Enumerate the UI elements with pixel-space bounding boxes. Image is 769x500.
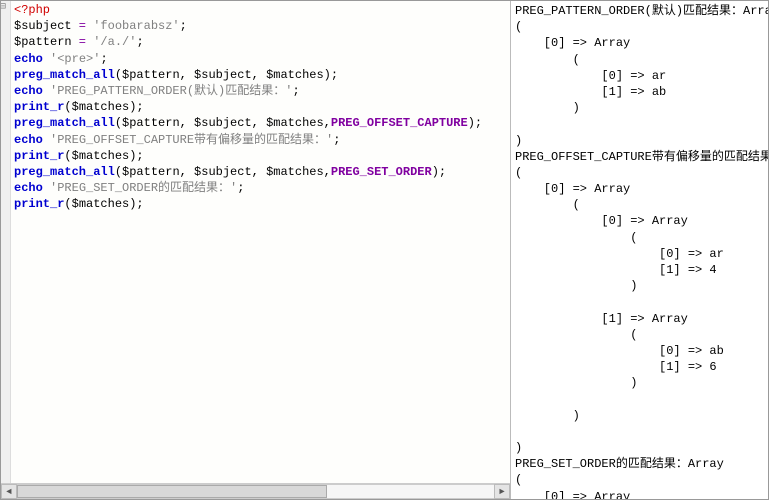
editor-window: ⊟ <?php $subject = 'foobarabsz'; $patter… [0, 0, 769, 500]
code-token: ); [129, 149, 143, 163]
code-token: $pattern [14, 35, 72, 49]
scroll-track[interactable] [17, 484, 494, 499]
code-token: preg_match_all [14, 68, 115, 82]
chevron-right-icon: ► [499, 487, 504, 497]
code-token: $pattern [122, 165, 180, 179]
code-token: ; [100, 52, 107, 66]
code-token: ( [115, 165, 122, 179]
code-token: ( [64, 100, 71, 114]
code-token: $subject [194, 116, 252, 130]
code-token: ; [237, 181, 244, 195]
code-token: '/a./' [93, 35, 136, 49]
code-token: ( [64, 197, 71, 211]
output-pane: PREG_PATTERN_ORDER(默认)匹配结果：Array ( [0] =… [511, 1, 768, 499]
code-token [43, 52, 50, 66]
code-token: $subject [194, 68, 252, 82]
code-token: $matches [72, 149, 130, 163]
code-token: echo [14, 52, 43, 66]
code-token: ( [115, 68, 122, 82]
code-token: ); [468, 116, 482, 130]
code-token: $matches [266, 68, 324, 82]
code-token: '<pre>' [50, 52, 100, 66]
code-token: ); [324, 68, 338, 82]
code-token: print_r [14, 149, 64, 163]
code-token: ; [136, 35, 143, 49]
code-token [43, 133, 50, 147]
code-token [43, 84, 50, 98]
code-token: ); [129, 197, 143, 211]
code-token: ( [64, 149, 71, 163]
code-token: print_r [14, 197, 64, 211]
code-token: , [252, 165, 266, 179]
output-text: PREG_PATTERN_ORDER(默认)匹配结果：Array ( [0] =… [515, 4, 768, 499]
code-token: ; [180, 19, 187, 33]
code-token: ); [129, 100, 143, 114]
code-token: $matches [266, 116, 324, 130]
code-token: 'PREG_SET_ORDER的匹配结果：' [50, 181, 237, 195]
code-token: ); [432, 165, 446, 179]
code-token: , [180, 68, 194, 82]
code-token: = [72, 35, 94, 49]
chevron-left-icon: ◄ [6, 487, 11, 497]
fold-toggle-icon[interactable]: ⊟ [1, 1, 6, 13]
scroll-right-button[interactable]: ► [494, 484, 510, 499]
code-token: 'foobarabsz' [93, 19, 179, 33]
scroll-thumb[interactable] [17, 485, 327, 498]
code-token: echo [14, 133, 43, 147]
code-token: echo [14, 84, 43, 98]
code-token: , [324, 165, 331, 179]
code-token: echo [14, 181, 43, 195]
code-token: print_r [14, 100, 64, 114]
code-token: ( [115, 116, 122, 130]
code-token: preg_match_all [14, 165, 115, 179]
code-token: $matches [72, 197, 130, 211]
code-token: PREG_OFFSET_CAPTURE [331, 116, 468, 130]
code-token: , [252, 68, 266, 82]
code-token: , [180, 165, 194, 179]
code-token: = [72, 19, 94, 33]
code-token: , [324, 116, 331, 130]
horizontal-scrollbar[interactable]: ◄ ► [1, 483, 510, 499]
code-token: $matches [72, 100, 130, 114]
code-token: ; [292, 84, 299, 98]
code-token: preg_match_all [14, 116, 115, 130]
code-token: $subject [14, 19, 72, 33]
php-open-tag: <?php [14, 3, 50, 17]
code-token: ; [333, 133, 340, 147]
code-token: $matches [266, 165, 324, 179]
code-token: 'PREG_PATTERN_ORDER(默认)匹配结果：' [50, 84, 292, 98]
code-token: PREG_SET_ORDER [331, 165, 432, 179]
code-token: $pattern [122, 116, 180, 130]
code-token: , [252, 116, 266, 130]
code-token: 'PREG_OFFSET_CAPTURE带有偏移量的匹配结果：' [50, 133, 333, 147]
fold-gutter: ⊟ [1, 1, 11, 499]
code-token: $subject [194, 165, 252, 179]
scroll-left-button[interactable]: ◄ [1, 484, 17, 499]
code-editor-pane: ⊟ <?php $subject = 'foobarabsz'; $patter… [1, 1, 511, 499]
code-area[interactable]: <?php $subject = 'foobarabsz'; $pattern … [12, 1, 510, 499]
code-token [43, 181, 50, 195]
code-token: , [180, 116, 194, 130]
code-token: $pattern [122, 68, 180, 82]
